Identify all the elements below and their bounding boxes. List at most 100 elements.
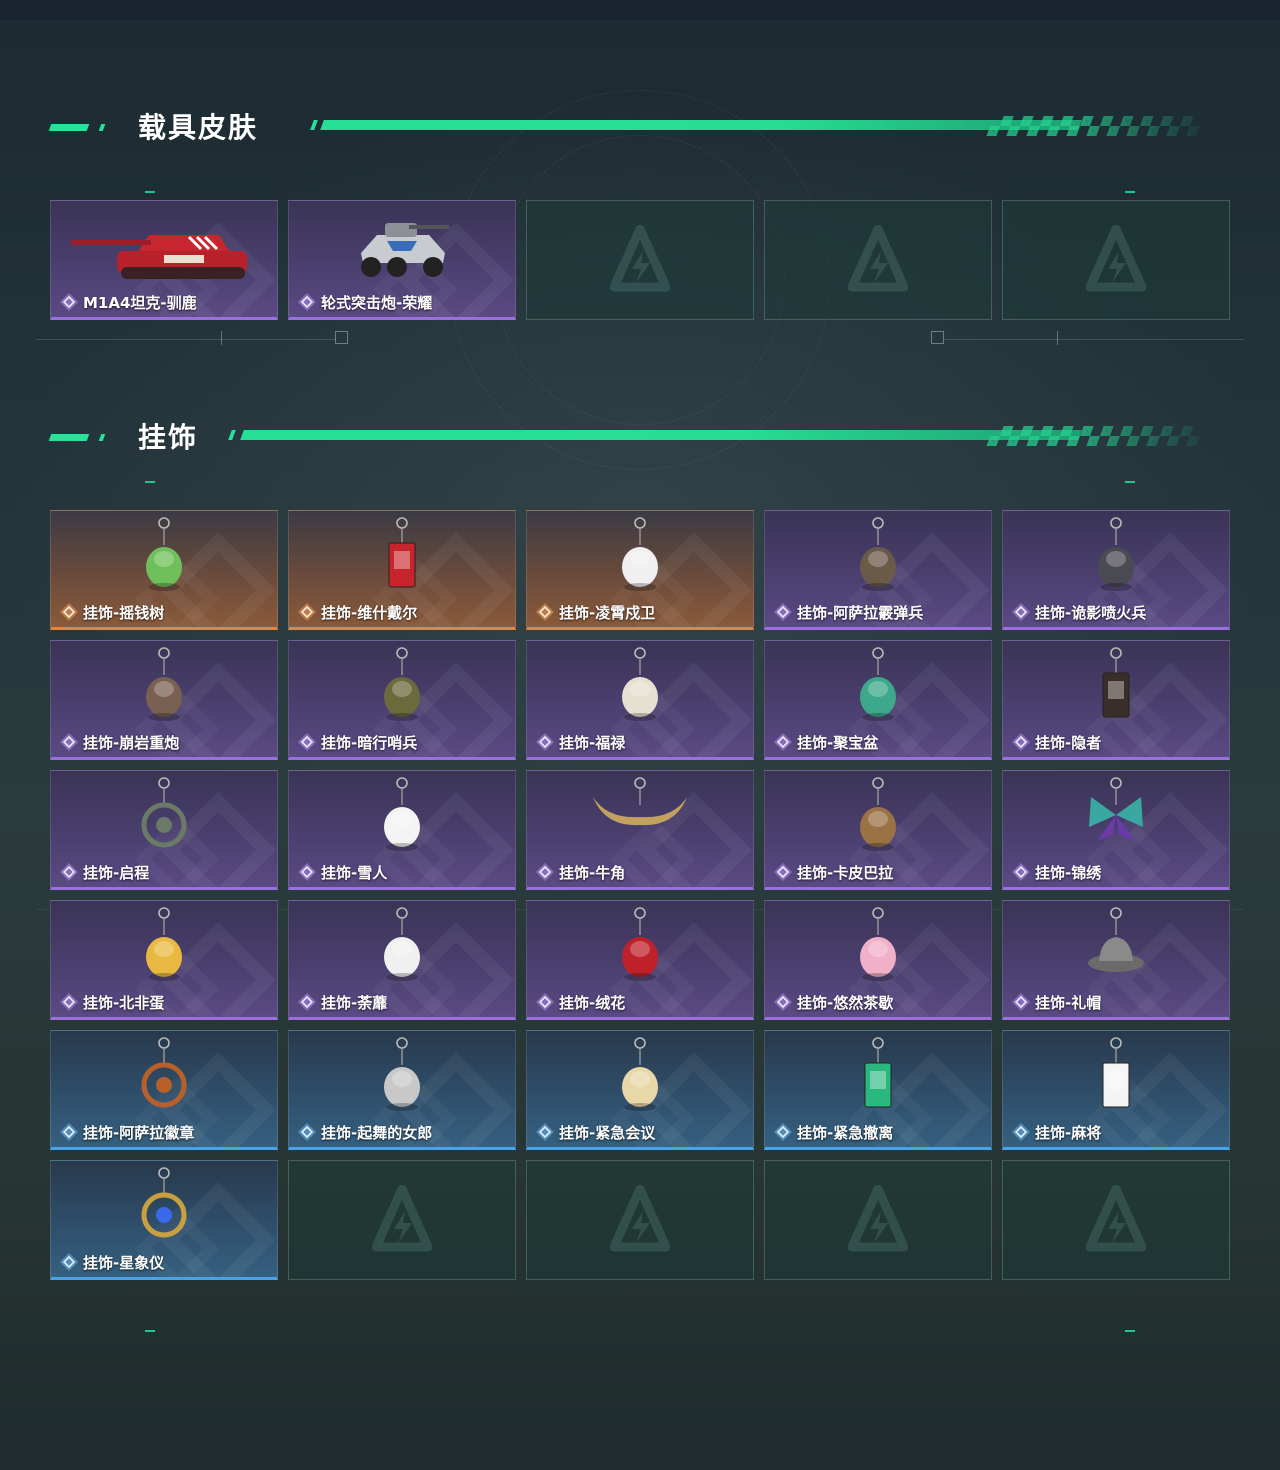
item-card[interactable]: 挂饰-紧急会议 [526,1030,754,1150]
rarity-diamond-icon [1012,863,1030,881]
gourd-charm-icon [622,647,658,721]
item-label: 挂饰-绒花 [535,992,625,1012]
item-name: 挂饰-悠然茶歇 [797,993,894,1012]
item-card[interactable]: 挂饰-起舞的女郎 [288,1030,516,1150]
ruler-tick [221,331,222,345]
item-card[interactable]: 挂饰-隐者 [1002,640,1230,760]
corner-mark [1125,481,1135,483]
snowman-icon [384,777,420,851]
rarity-diamond-icon [298,1123,316,1141]
item-card[interactable]: 挂饰-阿萨拉霰弹兵 [764,510,992,630]
item-card[interactable]: 挂饰-绒花 [526,900,754,1020]
item-label: 挂饰-阿萨拉徽章 [59,1122,194,1142]
item-card[interactable]: 挂饰-荼蘼 [288,900,516,1020]
item-card[interactable]: 挂饰-崩岩重炮 [50,640,278,760]
rarity-diamond-icon [1012,603,1030,621]
item-card[interactable]: 挂饰-锦绣 [1002,770,1230,890]
placeholder-logo-icon [1086,225,1146,292]
item-card[interactable]: 轮式突击炮-荣耀 [288,200,516,320]
rarity-diamond-icon [298,993,316,1011]
item-label: 挂饰-暗行哨兵 [297,732,417,752]
ruler-marker [931,331,944,344]
item-card[interactable]: 挂饰-摇钱树 [50,510,278,630]
empty-slot [288,1160,516,1280]
flamethrower-soldier-icon [1098,517,1134,591]
rarity-diamond-icon [60,993,78,1011]
item-card[interactable]: 挂饰-星象仪 [50,1160,278,1280]
item-card[interactable]: 挂饰-暗行哨兵 [288,640,516,760]
ruler-line [944,339,1244,340]
rarity-diamond-icon [298,603,316,621]
empty-slot [764,200,992,320]
placeholder-logo-icon [848,225,908,292]
placeholder-logo-icon [848,1185,908,1252]
item-name: 挂饰-暗行哨兵 [321,733,418,752]
item-name: 挂饰-紧急撤离 [797,1123,894,1142]
empty-slot [1002,200,1230,320]
item-name: 挂饰-起舞的女郎 [321,1123,433,1142]
placeholder-logo-icon [1086,1185,1146,1252]
charms-header: 挂饰 [0,422,1280,462]
meeting-charm-icon [622,1037,658,1111]
banner-charm-icon [388,517,416,588]
item-name: 挂饰-聚宝盆 [797,733,879,752]
empty-slot [764,1160,992,1280]
item-card[interactable]: 挂饰-维什戴尔 [288,510,516,630]
rarity-diamond-icon [60,1123,78,1141]
compass-badge-icon [141,777,187,848]
rarity-diamond-icon [536,1123,554,1141]
heavy-gunner-icon [146,647,182,721]
header-accent [310,120,318,130]
header-accent [48,434,90,441]
item-card[interactable]: 挂饰-阿萨拉徽章 [50,1030,278,1150]
item-name: 挂饰-牛角 [559,863,626,882]
item-label: 挂饰-牛角 [535,862,625,882]
item-name: M1A4坦克-驯鹿 [83,293,197,312]
item-card[interactable]: 挂饰-启程 [50,770,278,890]
item-name: 挂饰-隐者 [1035,733,1102,752]
corner-mark [145,191,155,193]
item-card[interactable]: 挂饰-凌霄戍卫 [526,510,754,630]
rarity-diamond-icon [298,293,316,311]
charms-grid: 挂饰-摇钱树 挂饰-维什戴尔 挂饰-凌霄戍卫 挂饰-阿萨拉霰弹兵 挂饰-诡影喷火兵 挂饰-… [50,510,1230,1280]
vehicle-skins-header: 载具皮肤 [0,112,1280,152]
rarity-diamond-icon [536,733,554,751]
item-name: 挂饰-维什戴尔 [321,603,418,622]
item-card[interactable]: 挂饰-诡影喷火兵 [1002,510,1230,630]
fedora-icon [1088,907,1144,972]
item-label: 挂饰-摇钱树 [59,602,164,622]
item-label: 挂饰-麻将 [1011,1122,1101,1142]
dancer-icon [384,1037,420,1111]
item-card[interactable]: 挂饰-悠然茶歇 [764,900,992,1020]
rarity-diamond-icon [60,863,78,881]
item-name: 挂饰-诡影喷火兵 [1035,603,1147,622]
item-card[interactable]: 挂饰-福禄 [526,640,754,760]
item-card[interactable]: 挂饰-麻将 [1002,1030,1230,1150]
item-card[interactable]: 挂饰-北非蛋 [50,900,278,1020]
rarity-diamond-icon [774,993,792,1011]
rarity-diamond-icon [536,993,554,1011]
item-label: 挂饰-星象仪 [59,1252,164,1272]
item-card[interactable]: M1A4坦克-驯鹿 [50,200,278,320]
item-label: 轮式突击炮-荣耀 [297,292,432,312]
shakshuka-icon [146,907,182,981]
soldier-charm-icon [860,517,896,591]
rarity-diamond-icon [60,1253,78,1271]
item-label: 挂饰-凌霄戍卫 [535,602,655,622]
item-card[interactable]: 挂饰-聚宝盆 [764,640,992,760]
astrolabe-icon [141,1167,187,1238]
item-name: 挂饰-福禄 [559,733,626,752]
item-card[interactable]: 挂饰-礼帽 [1002,900,1230,1020]
item-card[interactable]: 挂饰-牛角 [526,770,754,890]
item-name: 挂饰-麻将 [1035,1123,1102,1142]
item-name: 挂饰-阿萨拉徽章 [83,1123,195,1142]
item-label: 挂饰-阿萨拉霰弹兵 [773,602,923,622]
item-label: 挂饰-启程 [59,862,149,882]
header-checker-pattern [986,426,1204,446]
item-card[interactable]: 挂饰-卡皮巴拉 [764,770,992,890]
rarity-diamond-icon [60,733,78,751]
item-card[interactable]: 挂饰-雪人 [288,770,516,890]
item-name: 挂饰-阿萨拉霰弹兵 [797,603,924,622]
item-name: 挂饰-荼蘼 [321,993,388,1012]
item-card[interactable]: 挂饰-紧急撤离 [764,1030,992,1150]
